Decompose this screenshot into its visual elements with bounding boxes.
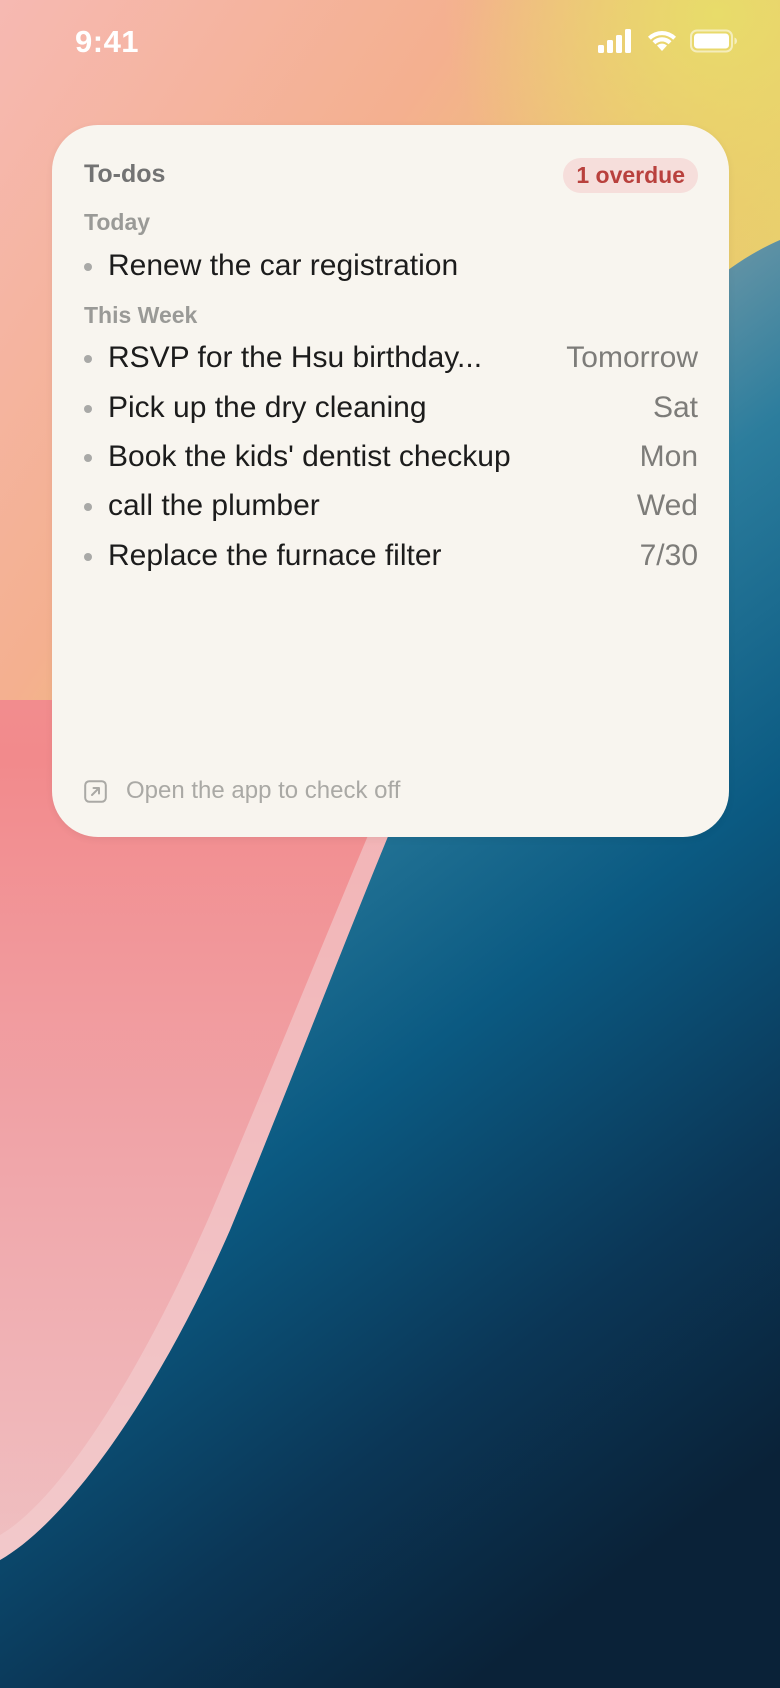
open-app-link[interactable]: Open the app to check off [84,776,400,806]
todo-text: call the plumber [108,489,320,522]
todo-text: Replace the furnace filter [108,539,442,572]
widget-title: To-dos [84,160,166,188]
widget-header: To-dos 1 overdue [84,158,698,193]
todo-text: Book the kids' dentist checkup [108,440,511,473]
wifi-icon [646,29,678,58]
todo-item[interactable]: Book the kids' dentist checkup Mon [84,438,698,478]
todo-item[interactable]: RSVP for the Hsu birthday... Tomorrow [84,339,698,379]
bullet-icon [84,405,92,413]
todo-text: RSVP for the Hsu birthday... [108,341,483,374]
battery-icon [690,29,738,58]
footer-text: Open the app to check off [126,777,401,804]
bullet-icon [84,503,92,511]
bullet-icon [84,454,92,462]
todo-due: Sat [652,391,698,424]
bullet-icon [84,263,92,271]
section-label-this-week: This Week [84,302,198,328]
open-external-icon [84,779,107,803]
status-bar: 9:41 [0,0,780,88]
todo-item[interactable]: call the plumber Wed [84,487,698,527]
todos-widget[interactable]: To-dos 1 overdue Today Renew the car reg… [52,125,729,837]
todo-text: Pick up the dry cleaning [108,391,427,424]
todo-item[interactable]: Renew the car registration [84,247,698,287]
todo-due: Wed [636,489,698,522]
overdue-badge: 1 overdue [563,158,698,193]
status-time: 9:41 [75,24,140,59]
status-icons [598,28,738,58]
bullet-icon [84,553,92,561]
section-label-today: Today [84,209,151,235]
todo-item[interactable]: Pick up the dry cleaning Sat [84,389,698,429]
todo-item[interactable]: Replace the furnace filter 7/30 [84,537,698,577]
todo-due: Tomorrow [566,341,698,374]
cellular-signal-icon [598,28,634,58]
todo-due: Mon [639,440,698,473]
todo-text: Renew the car registration [108,249,459,282]
todo-due: 7/30 [639,539,698,572]
bullet-icon [84,355,92,363]
